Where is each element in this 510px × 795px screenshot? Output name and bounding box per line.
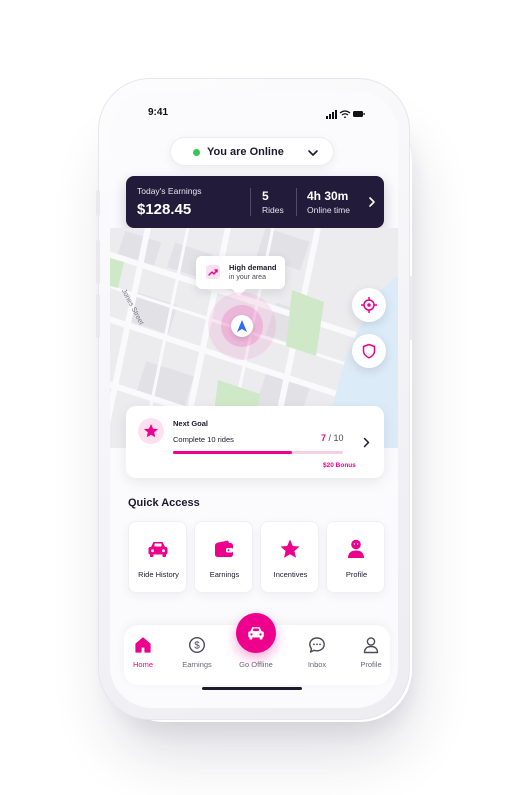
trending-up-icon (206, 265, 220, 279)
car-icon (248, 627, 264, 640)
earnings-label: Today's Earnings (137, 186, 202, 196)
wifi-icon (339, 110, 351, 119)
online-indicator-dot (193, 149, 200, 156)
app-screen: 9:41 You are Online Today's Earnings $12… (110, 91, 398, 708)
rides-count: 5 (262, 189, 269, 203)
goal-progress-fill (173, 451, 292, 454)
earnings-amount: $128.45 (137, 201, 192, 218)
tab-label: Profile (360, 660, 382, 669)
goal-bonus: $20 Bonus (323, 462, 356, 469)
earnings-summary-card[interactable]: Today's Earnings $128.45 5 Rides 4h 30m … (126, 176, 384, 228)
car-icon (148, 542, 168, 557)
rides-label: Rides (262, 205, 284, 215)
chevron-right-icon (369, 197, 375, 207)
quick-access-earnings[interactable]: Earnings (194, 521, 253, 593)
online-time-label: Online time (307, 205, 350, 215)
quick-access-label: Earnings (209, 570, 240, 579)
quick-access-profile[interactable]: Profile (326, 521, 385, 593)
navigation-arrow-icon (237, 320, 247, 332)
goal-icon-badge (138, 418, 164, 444)
demand-subtitle: in your area (229, 274, 266, 281)
divider (296, 188, 297, 216)
phone-side-button (96, 190, 100, 216)
star-icon (144, 424, 158, 438)
phone-side-button (96, 294, 100, 338)
goal-progress-track (173, 451, 343, 454)
person-icon (348, 539, 364, 558)
online-status-label: You are Online (207, 146, 284, 158)
phone-side-button (409, 276, 413, 340)
battery-icon (353, 111, 365, 117)
home-indicator (202, 687, 302, 690)
quick-access-label: Incentives (273, 570, 308, 579)
star-icon (280, 539, 300, 558)
quick-access-label: Profile (345, 570, 368, 579)
quick-access-ride-history[interactable]: Ride History (128, 521, 187, 593)
crosshair-icon (361, 297, 377, 313)
goal-progress-count: 7 / 10 (321, 433, 344, 443)
status-time: 9:41 (148, 107, 169, 118)
quick-access-heading: Quick Access (128, 497, 200, 509)
chevron-right-icon (363, 437, 370, 448)
go-offline-button[interactable] (236, 613, 276, 653)
tab-inbox[interactable]: Inbox (295, 636, 339, 676)
goal-task: Complete 10 rides (173, 435, 234, 444)
tab-earnings[interactable]: $ Earnings (175, 636, 219, 676)
quick-access-label: Ride History (138, 570, 179, 579)
high-demand-tooltip: High demand in your area (196, 256, 285, 289)
quick-access-incentives[interactable]: Incentives (260, 521, 319, 593)
shield-icon (362, 343, 376, 359)
go-offline-label: Go Offline (239, 660, 273, 669)
svg-text:$: $ (194, 641, 200, 652)
home-icon (135, 637, 151, 653)
wallet-icon (215, 540, 233, 557)
tab-label: Earnings (182, 660, 212, 669)
safety-shield-button[interactable] (352, 334, 386, 368)
dollar-icon: $ (188, 636, 206, 654)
online-status-toggle[interactable]: You are Online (170, 137, 334, 166)
divider (250, 188, 251, 216)
phone-side-button (96, 240, 100, 284)
online-time-value: 4h 30m (307, 189, 349, 203)
demand-title: High demand (229, 263, 277, 272)
recenter-location-button[interactable] (352, 288, 386, 322)
signal-icon (326, 110, 337, 119)
next-goal-card[interactable]: Next Goal Complete 10 rides 7 / 10 $20 B… (126, 406, 384, 478)
goal-title: Next Goal (173, 419, 209, 428)
tab-label: Inbox (307, 660, 327, 669)
goal-separator: / (326, 433, 334, 443)
status-icons (326, 110, 365, 119)
tab-profile[interactable]: Profile (349, 636, 393, 676)
tab-label: Home (132, 660, 153, 669)
goal-target: 10 (333, 433, 344, 443)
chevron-down-icon (308, 150, 318, 156)
tab-home[interactable]: Home (121, 636, 165, 676)
status-bar: 9:41 (110, 91, 398, 135)
chat-icon (309, 637, 325, 653)
person-icon (363, 637, 379, 654)
